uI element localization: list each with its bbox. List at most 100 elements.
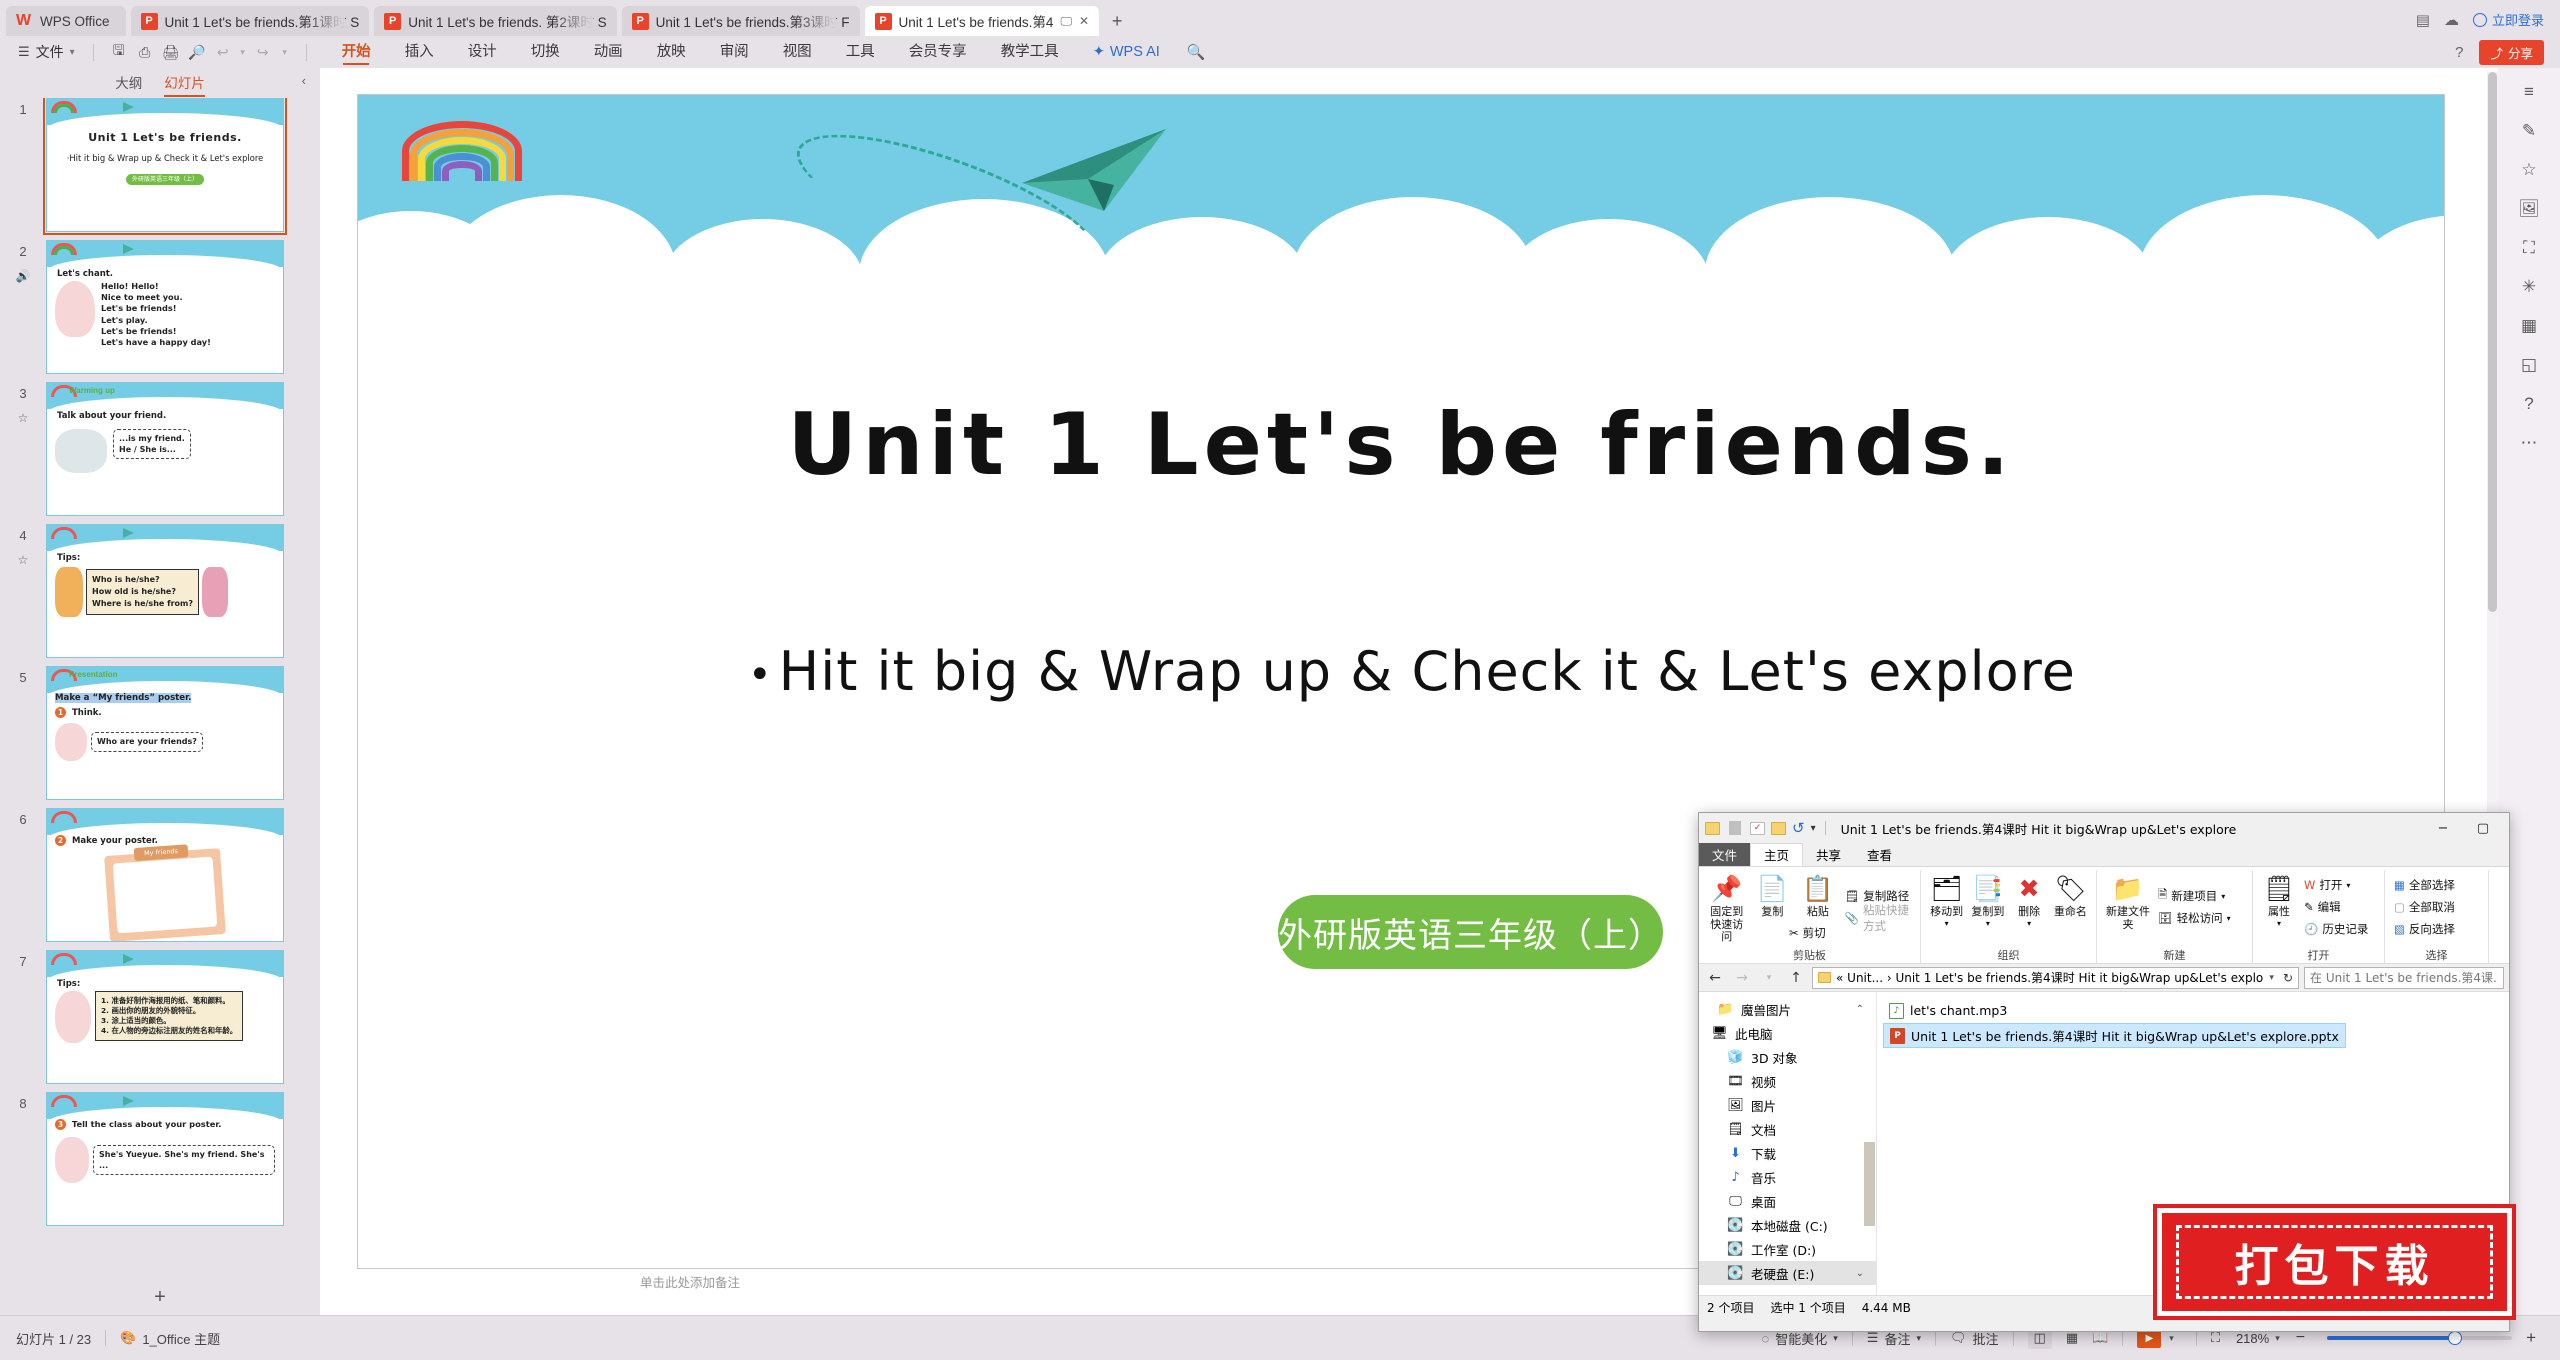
edit-button[interactable]: ✎ 编辑 bbox=[2302, 896, 2370, 918]
select-all-button[interactable]: ▦ 全部选择 bbox=[2392, 874, 2457, 896]
document-tab-3[interactable]: P Unit 1 Let's be friends.第3课时 F bbox=[621, 6, 860, 36]
thumbnail-slide-3[interactable]: 3 ☆ Warming up Talk about your friend. .… bbox=[0, 382, 320, 516]
play-dropdown-icon[interactable]: ▾ bbox=[2169, 1333, 2174, 1344]
table-icon[interactable]: ▦ bbox=[2521, 316, 2537, 336]
search-icon[interactable]: 🔍 bbox=[1187, 43, 1206, 61]
minimize-button[interactable]: − bbox=[2423, 814, 2463, 842]
tree-item-downloads[interactable]: ⬇ 下载 bbox=[1699, 1141, 1876, 1165]
print-preview-icon[interactable]: ⎙ bbox=[132, 40, 158, 64]
address-input[interactable]: « Unit... › Unit 1 Let's be friends.第4课时… bbox=[1812, 966, 2299, 989]
zoom-slider-knob[interactable] bbox=[2448, 1331, 2463, 1345]
tab-outline[interactable]: 大纲 bbox=[115, 72, 142, 92]
paste-shortcut-button[interactable]: 📎 粘贴快捷方式 bbox=[1843, 903, 1913, 933]
document-tab-4-active[interactable]: P Unit 1 Let's be friends.第4 🖵 ✕ bbox=[864, 6, 1100, 36]
textbook-badge[interactable]: 外研版英语三年级（上） bbox=[1278, 895, 1663, 969]
download-stamp[interactable]: 打包下载 bbox=[2153, 1204, 2516, 1320]
explorer-menu-home[interactable]: 主页 bbox=[1750, 843, 1804, 866]
login-button[interactable]: 立即登录 bbox=[2472, 10, 2544, 29]
theme-button[interactable]: 🎨 1_Office 主题 bbox=[120, 1329, 220, 1348]
recent-locations-button[interactable]: ▾ bbox=[1758, 973, 1780, 983]
share-button[interactable]: ⤴ 分享 bbox=[2479, 39, 2544, 65]
print-icon[interactable]: 🖨 bbox=[158, 40, 184, 64]
thumbnail-slide-5[interactable]: 5 Presentation Make a “My friends” poste… bbox=[0, 666, 320, 800]
ribbon-tab-member[interactable]: 会员专享 bbox=[892, 36, 984, 68]
move-to-button[interactable]: 🗂 移动到 ▾ bbox=[1928, 870, 1965, 928]
help-icon[interactable]: ? bbox=[2455, 44, 2463, 61]
tree-item-drive-d[interactable]: 💽 工作室 (D:) bbox=[1699, 1237, 1876, 1261]
ribbon-tab-view[interactable]: 视图 bbox=[766, 36, 829, 68]
properties-icon[interactable]: ✓ bbox=[1750, 821, 1765, 835]
ribbon-tab-design[interactable]: 设计 bbox=[451, 36, 514, 68]
tree-item-videos[interactable]: 🎞 视频 bbox=[1699, 1069, 1876, 1093]
ribbon-tab-wps-ai[interactable]: ✦ WPS AI bbox=[1076, 36, 1177, 68]
zoom-dropdown-icon[interactable]: ▾ bbox=[2275, 1333, 2280, 1344]
thumbnail-slide-6[interactable]: 6 2 Make your poster. My friends bbox=[0, 808, 320, 942]
scrollbar-thumb[interactable] bbox=[2488, 72, 2497, 612]
star-icon[interactable]: ☆ bbox=[2521, 160, 2536, 180]
ribbon-tab-slideshow[interactable]: 放映 bbox=[640, 36, 703, 68]
chevron-up-icon[interactable]: ⌃ bbox=[1856, 1004, 1864, 1015]
cloud-icon[interactable]: ☁ bbox=[2444, 11, 2459, 29]
tree-item-3d-objects[interactable]: 🧊 3D 对象 bbox=[1699, 1045, 1876, 1069]
tree-item-this-pc[interactable]: 🖥 此电脑 bbox=[1699, 1021, 1876, 1045]
customize-quick-access-icon[interactable]: ▾ bbox=[276, 40, 294, 64]
ribbon-tab-review[interactable]: 审阅 bbox=[703, 36, 766, 68]
thumbnail-slide-4[interactable]: 4 ☆ Tips: Who is he/she? How old is he/s… bbox=[0, 524, 320, 658]
find-icon[interactable]: 🔎 bbox=[184, 40, 210, 64]
chevron-down-icon[interactable]: ⌄ bbox=[1856, 1268, 1864, 1279]
back-button[interactable]: ← bbox=[1704, 970, 1726, 986]
undo-icon[interactable]: ↺ bbox=[1792, 819, 1805, 837]
easy-access-button[interactable]: 🗄 轻松访问 ▾ bbox=[2156, 907, 2233, 929]
crop-icon[interactable]: ⛶ bbox=[2523, 238, 2535, 258]
fit-to-window-button[interactable]: ⛶ bbox=[2211, 1330, 2220, 1346]
document-tab-2[interactable]: P Unit 1 Let's be friends. 第2课时 S bbox=[374, 6, 617, 36]
shape-icon[interactable]: ◱ bbox=[2521, 355, 2537, 375]
select-none-button[interactable]: ▢ 全部取消 bbox=[2392, 896, 2457, 918]
collapse-panel-icon[interactable]: ‹ bbox=[302, 73, 306, 88]
explorer-menu-view[interactable]: 查看 bbox=[1854, 843, 1905, 866]
paste-button[interactable]: 📋 粘贴 bbox=[1797, 870, 1839, 919]
slide-sorter-button[interactable]: ▦ bbox=[2066, 1330, 2078, 1346]
copy-to-button[interactable]: 📑 复制到 ▾ bbox=[1969, 870, 2006, 928]
navigation-pane[interactable]: 📁 魔兽图片 ⌃ 🖥 此电脑 🧊 3D 对象 🎞 视频 🖼 图片 🗒 文档 ⬇ … bbox=[1699, 992, 1877, 1295]
grid-icon[interactable]: ▤ bbox=[2416, 11, 2430, 29]
properties-button[interactable]: 🗒 属性 ▾ bbox=[2260, 870, 2298, 928]
explorer-title-bar[interactable]: ✓ ↺ ▾ Unit 1 Let's be friends.第4课时 Hit i… bbox=[1699, 813, 2509, 843]
document-tab-1[interactable]: P Unit 1 Let's be friends.第1课时 S bbox=[130, 6, 370, 36]
cut-button[interactable]: ✂ 剪切 bbox=[1787, 922, 1828, 944]
file-list-item-selected[interactable]: P Unit 1 Let's be friends.第4课时 Hit it bi… bbox=[1883, 1023, 2346, 1048]
copy-button[interactable]: 📄 复制 bbox=[1752, 870, 1794, 919]
thumbnail-slide-1[interactable]: 1 Unit 1 Let's be friends. ·Hit it big &… bbox=[0, 98, 320, 235]
slide-title-text[interactable]: Unit 1 Let's be friends. bbox=[358, 395, 2444, 495]
maximize-button[interactable]: ▢ bbox=[2463, 814, 2503, 842]
save-icon[interactable]: 🖫 bbox=[106, 40, 132, 64]
help-icon[interactable]: ? bbox=[2524, 394, 2533, 414]
explorer-menu-share[interactable]: 共享 bbox=[1803, 843, 1854, 866]
notes-placeholder[interactable]: 单击此处添加备注 bbox=[640, 1272, 740, 1291]
zoom-level-label[interactable]: 218% bbox=[2236, 1331, 2269, 1346]
add-slide-button[interactable]: + bbox=[0, 1286, 320, 1309]
thumbnail-slide-7[interactable]: 7 Tips: 1. 准备好制作海报用的纸、笔和颜料。 2. 画出你的朋友的外貌 bbox=[0, 950, 320, 1084]
new-folder-icon[interactable] bbox=[1771, 821, 1786, 835]
file-menu-button[interactable]: ☰ 文件 ▾ bbox=[18, 42, 75, 62]
thumbnail-slide-8[interactable]: 8 3 Tell the class about your poster. Sh… bbox=[0, 1092, 320, 1226]
refresh-icon[interactable]: ↻ bbox=[2283, 971, 2293, 985]
delete-button[interactable]: ✖ 删除 ▾ bbox=[2011, 870, 2048, 928]
undo-icon[interactable]: ↩ bbox=[210, 40, 236, 64]
new-folder-button[interactable]: 📁 新建文件夹 bbox=[2104, 870, 2152, 931]
undo-dropdown-icon[interactable]: ▾ bbox=[236, 40, 250, 64]
tree-item-drive-e[interactable]: 💽 老硬盘 (E:) ⌄ bbox=[1699, 1261, 1876, 1285]
dropdown-icon[interactable]: ▾ bbox=[1811, 823, 1816, 834]
slide-bullet-text[interactable]: • Hit it big & Wrap up & Check it & Let's… bbox=[748, 640, 2364, 703]
invert-selection-button[interactable]: ▧ 反向选择 bbox=[2392, 918, 2457, 940]
history-button[interactable]: 🕘 历史记录 bbox=[2302, 918, 2370, 940]
chevron-down-icon[interactable]: ▾ bbox=[2269, 973, 2274, 983]
open-with-button[interactable]: W 打开 ▾ bbox=[2302, 874, 2370, 896]
reading-view-button[interactable]: 📖 bbox=[2092, 1330, 2108, 1346]
present-screen-icon[interactable]: 🖵 bbox=[1060, 14, 1072, 29]
explorer-menu-file[interactable]: 文件 bbox=[1699, 843, 1751, 866]
redo-icon[interactable]: ↪ bbox=[250, 40, 276, 64]
format-icon[interactable]: ✎ bbox=[2522, 121, 2536, 141]
zoom-slider[interactable] bbox=[2327, 1331, 2513, 1345]
tree-item-music[interactable]: ♪ 音乐 bbox=[1699, 1165, 1876, 1189]
